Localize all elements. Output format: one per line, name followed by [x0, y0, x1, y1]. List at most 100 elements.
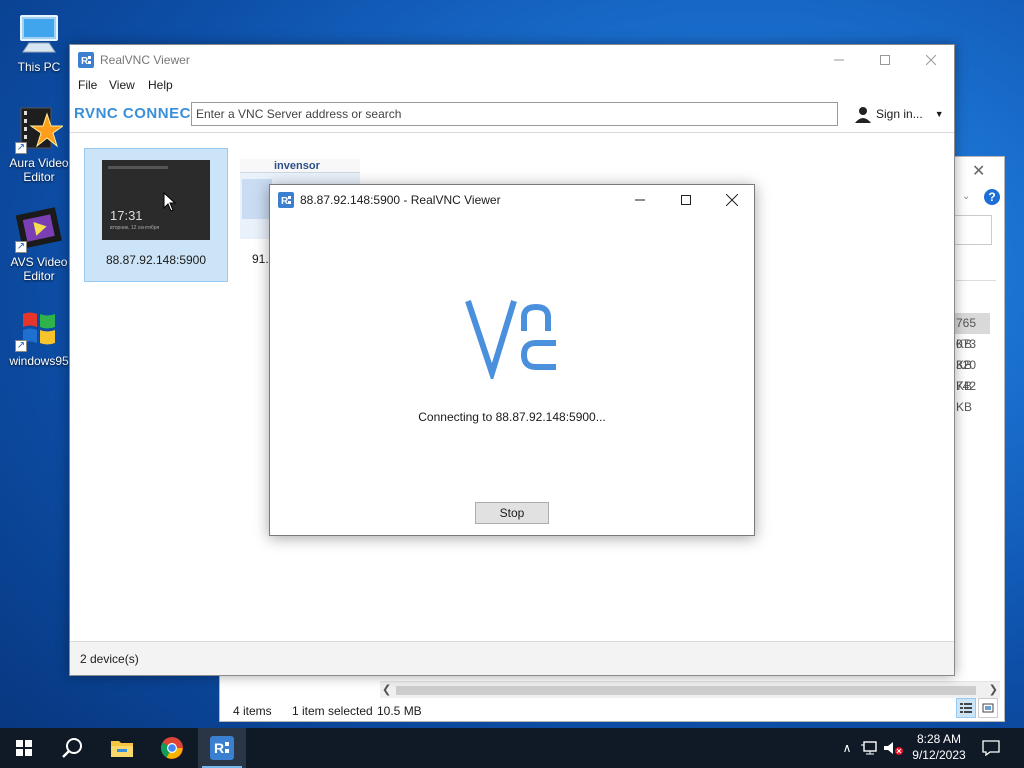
taskbar-realvnc-viewer[interactable]: R: [198, 728, 246, 768]
vnc-address-search-input[interactable]: [191, 102, 838, 126]
vnc-connect-logo: RVNC CONNECT: [74, 105, 201, 122]
status-bar: 2 device(s): [70, 641, 954, 675]
thumbnail-date: вторник, 12 сентября: [110, 225, 160, 231]
selected-count: 1 item selected: [292, 704, 373, 718]
taskbar-search-button[interactable]: [48, 728, 96, 768]
file-size: 073 KB: [956, 337, 977, 372]
shortcut-arrow-icon: ↗: [15, 142, 27, 154]
desktop-icon-label: windows95: [9, 354, 69, 368]
desktop-icon-label: AVS Video Editor: [10, 255, 68, 283]
maximize-icon: [880, 55, 890, 65]
svg-text:R: R: [214, 740, 224, 756]
search-icon: [62, 738, 82, 758]
close-icon: [726, 194, 738, 206]
desktop-icon-label: Aura Video Editor: [9, 156, 69, 184]
minimize-button[interactable]: [617, 185, 663, 215]
chevron-down-icon[interactable]: ⌄: [962, 191, 970, 202]
main-titlebar[interactable]: R RealVNC Viewer: [70, 45, 954, 75]
clock-time: 8:28 AM: [916, 732, 962, 746]
desktop-icon-aura-video-editor[interactable]: ↗ Aura Video Editor: [4, 106, 74, 184]
explorer-ribbon: [956, 253, 996, 281]
file-size: 320 KB: [956, 358, 977, 393]
maximize-button[interactable]: [862, 45, 908, 75]
svg-text:R: R: [81, 56, 89, 67]
windows95-icon: ↗: [15, 304, 63, 352]
clock-date: 9/12/2023: [912, 748, 966, 762]
minimize-icon: [834, 59, 844, 61]
notification-center-button[interactable]: [982, 728, 1000, 768]
dialog-titlebar[interactable]: R 88.87.92.148:5900 - RealVNC Viewer: [270, 185, 754, 215]
chrome-icon: [161, 737, 183, 759]
thumbnail-brand: invensor: [274, 160, 320, 172]
item-count: 4 items: [233, 704, 272, 718]
details-view-button[interactable]: [956, 698, 976, 718]
system-tray: ∧: [838, 728, 904, 768]
desktop-icon-label: This PC: [17, 60, 61, 74]
large-icons-view-icon: [982, 703, 994, 713]
help-icon[interactable]: ?: [984, 189, 1000, 205]
taskbar-file-explorer[interactable]: [98, 728, 146, 768]
details-view-icon: [960, 703, 972, 713]
scrollbar-thumb[interactable]: [396, 686, 976, 695]
taskbar-chrome[interactable]: [148, 728, 196, 768]
shortcut-arrow-icon: ↗: [15, 340, 27, 352]
toolbar: RVNC CONNECT Sign in... ▼: [70, 95, 954, 133]
device-thumbnail: 17:31 вторник, 12 сентября: [102, 160, 210, 240]
menu-help[interactable]: Help: [148, 78, 173, 92]
chevron-down-icon: ▼: [934, 109, 944, 119]
device-count: 2 device(s): [80, 652, 139, 666]
network-icon[interactable]: [860, 740, 880, 756]
vnc-logo-icon: [465, 300, 556, 379]
aura-video-editor-icon: ↗: [15, 106, 65, 154]
desktop-icon-avs-video-editor[interactable]: ↗ AVS Video Editor: [4, 205, 74, 283]
sign-in-button[interactable]: Sign in... ▼: [854, 105, 944, 123]
mouse-cursor-icon: [163, 192, 177, 212]
device-name: 88.87.92.148:5900: [105, 253, 207, 267]
horizontal-scrollbar[interactable]: ❮ ❯: [380, 681, 1000, 698]
file-size: 742 KB: [956, 379, 977, 414]
scroll-left-icon[interactable]: ❮: [382, 683, 391, 696]
large-icons-view-button[interactable]: [978, 698, 998, 718]
start-button[interactable]: [0, 728, 48, 768]
menu-file[interactable]: File: [78, 78, 97, 92]
thumbnail-time: 17:31: [110, 208, 143, 223]
stop-button[interactable]: Stop: [475, 502, 549, 524]
file-size-column: 765 KB 073 KB 320 KB 742 KB: [950, 313, 990, 414]
dialog-title: 88.87.92.148:5900 - RealVNC Viewer: [300, 193, 501, 207]
menu-view[interactable]: View: [109, 78, 135, 92]
device-tile[interactable]: 17:31 вторник, 12 сентября 88.87.92.148:…: [84, 148, 228, 282]
file-explorer-icon: [111, 741, 133, 757]
desktop-icon-windows95[interactable]: ↗ windows95: [4, 304, 74, 368]
realvnc-app-icon: R: [78, 52, 94, 68]
maximize-button[interactable]: [663, 185, 709, 215]
file-size: 765 KB: [950, 313, 990, 351]
svg-text:R: R: [281, 196, 289, 207]
user-icon: [855, 107, 871, 123]
maximize-icon: [681, 195, 691, 205]
desktop-icon-this-pc[interactable]: This PC: [4, 10, 74, 74]
taskbar: R ∧ 8:28 AM 9/12/2023: [0, 728, 1024, 768]
volume-muted-icon[interactable]: [882, 740, 904, 756]
scroll-right-icon[interactable]: ❯: [989, 683, 998, 696]
notification-icon: [982, 740, 1000, 756]
chevron-up-icon[interactable]: ∧: [838, 741, 856, 755]
close-button[interactable]: [908, 45, 954, 75]
connecting-dialog[interactable]: R 88.87.92.148:5900 - RealVNC Viewer Con…: [269, 184, 755, 536]
minimize-button[interactable]: [816, 45, 862, 75]
start-icon: [16, 740, 32, 756]
realvnc-app-icon: R: [278, 192, 294, 208]
connecting-message: Connecting to 88.87.92.148:5900...: [418, 410, 606, 424]
taskbar-clock[interactable]: 8:28 AM 9/12/2023: [904, 731, 974, 763]
explorer-status-bar: 4 items 1 item selected 10.5 MB: [220, 700, 1004, 722]
minimize-icon: [635, 199, 645, 201]
avs-video-editor-icon: ↗: [15, 205, 63, 253]
close-icon[interactable]: ✕: [972, 161, 985, 181]
close-icon: [926, 55, 936, 65]
window-title: RealVNC Viewer: [100, 53, 190, 67]
close-button[interactable]: [709, 185, 755, 215]
selected-size: 10.5 MB: [377, 704, 422, 718]
sign-in-label: Sign in...: [876, 107, 923, 121]
shortcut-arrow-icon: ↗: [15, 241, 27, 253]
explorer-search-box[interactable]: [952, 215, 992, 245]
this-pc-icon: [15, 10, 63, 58]
